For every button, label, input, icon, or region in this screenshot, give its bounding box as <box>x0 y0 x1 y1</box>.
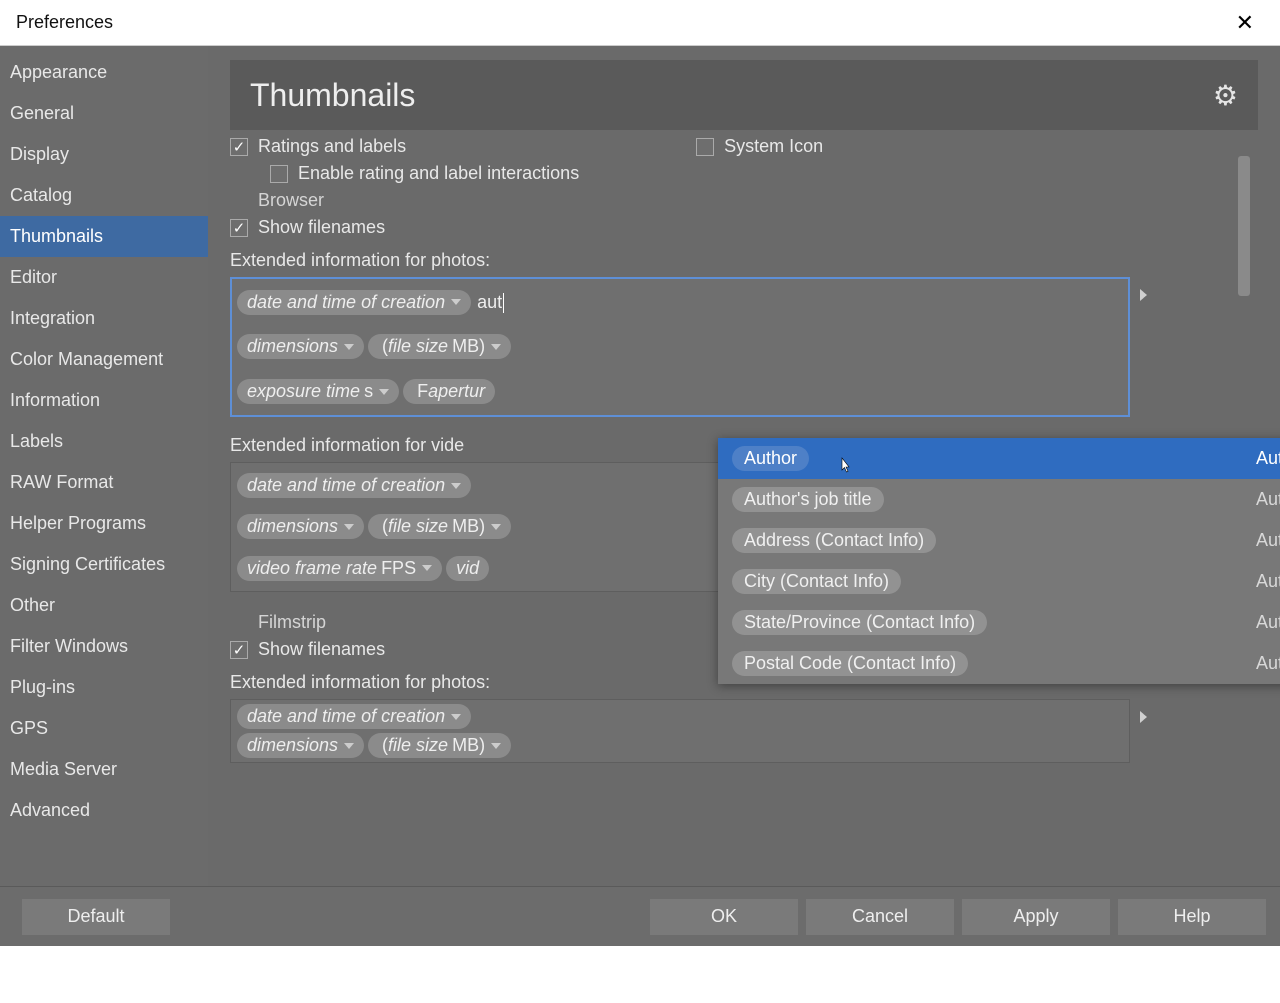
field-tag[interactable]: exposure time s <box>237 379 399 404</box>
field-tag[interactable]: dimensions <box>237 733 364 758</box>
sidebar-item-plug-ins[interactable]: Plug-ins <box>0 667 208 708</box>
sidebar-item-appearance[interactable]: Appearance <box>0 52 208 93</box>
sidebar-item-general[interactable]: General <box>0 93 208 134</box>
field-tag[interactable]: date and time of creation <box>237 704 471 729</box>
enable-rating-checkbox[interactable] <box>270 165 288 183</box>
ext-photos-input[interactable]: date and time of creation aut dimensions(f… <box>230 277 1130 417</box>
sidebar-item-thumbnails[interactable]: Thumbnails <box>0 216 208 257</box>
ok-button[interactable]: OK <box>650 899 798 935</box>
sidebar-item-helper-programs[interactable]: Helper Programs <box>0 503 208 544</box>
field-tag[interactable]: video frame rate FPS <box>237 556 442 581</box>
show-filenames-label: Show filenames <box>258 217 385 238</box>
scrollbar-thumb[interactable] <box>1238 156 1250 296</box>
enable-rating-label: Enable rating and label interactions <box>298 163 579 184</box>
field-tag[interactable]: vid <box>446 556 489 581</box>
sidebar-item-display[interactable]: Display <box>0 134 208 175</box>
sidebar-item-editor[interactable]: Editor <box>0 257 208 298</box>
sidebar-item-advanced[interactable]: Advanced <box>0 790 208 831</box>
sidebar-item-integration[interactable]: Integration <box>0 298 208 339</box>
ratings-labels-checkbox[interactable] <box>230 138 248 156</box>
cancel-button[interactable]: Cancel <box>806 899 954 935</box>
show-filenames-checkbox[interactable] <box>230 219 248 237</box>
help-button[interactable]: Help <box>1118 899 1266 935</box>
panel-header: Thumbnails ⚙ <box>230 60 1258 130</box>
autocomplete-popup: AuthorAuthorAuthor's job titleAuthorAddr… <box>718 438 1280 684</box>
field-tag[interactable]: dimensions <box>237 334 364 359</box>
sidebar-item-gps[interactable]: GPS <box>0 708 208 749</box>
window-title: Preferences <box>16 12 113 33</box>
titlebar: Preferences ✕ <box>0 0 1280 46</box>
expand-icon[interactable] <box>1140 711 1147 723</box>
filmstrip-section-label: Filmstrip <box>258 612 326 633</box>
sidebar-item-catalog[interactable]: Catalog <box>0 175 208 216</box>
field-tag[interactable]: (file size MB) <box>368 733 511 758</box>
expand-icon[interactable] <box>1140 289 1147 301</box>
autocomplete-item[interactable]: State/Province (Contact Info)Author <box>718 602 1280 643</box>
autocomplete-item[interactable]: Postal Code (Contact Info)Author <box>718 643 1280 684</box>
show-filenames2-label: Show filenames <box>258 639 385 660</box>
ext-photos2-input[interactable]: date and time of creation dimensions(file… <box>230 699 1130 763</box>
browser-section-label: Browser <box>258 190 324 211</box>
sidebar-item-color-management[interactable]: Color Management <box>0 339 208 380</box>
autocomplete-item[interactable]: AuthorAuthor <box>718 438 1280 479</box>
sidebar-item-information[interactable]: Information <box>0 380 208 421</box>
main-panel: Thumbnails ⚙ Ratings and labels System I… <box>208 46 1280 886</box>
apply-button[interactable]: Apply <box>962 899 1110 935</box>
sidebar-item-media-server[interactable]: Media Server <box>0 749 208 790</box>
field-tag[interactable]: date and time of creation <box>237 290 471 315</box>
autocomplete-item[interactable]: Author's job titleAuthor <box>718 479 1280 520</box>
autocomplete-item[interactable]: City (Contact Info)Author <box>718 561 1280 602</box>
sidebar-item-filter-windows[interactable]: Filter Windows <box>0 626 208 667</box>
sidebar-item-raw-format[interactable]: RAW Format <box>0 462 208 503</box>
close-icon[interactable]: ✕ <box>1226 6 1264 40</box>
field-tag[interactable]: (file size MB) <box>368 334 511 359</box>
sidebar-item-other[interactable]: Other <box>0 585 208 626</box>
default-button[interactable]: Default <box>22 899 170 935</box>
gear-icon[interactable]: ⚙ <box>1213 79 1238 112</box>
field-tag[interactable]: dimensions <box>237 514 364 539</box>
sidebar: AppearanceGeneralDisplayCatalogThumbnail… <box>0 46 208 886</box>
ratings-labels-label: Ratings and labels <box>258 136 406 157</box>
ext-photos-label: Extended information for photos: <box>230 250 1258 271</box>
autocomplete-item[interactable]: Address (Contact Info)Author <box>718 520 1280 561</box>
sidebar-item-labels[interactable]: Labels <box>0 421 208 462</box>
typed-text: aut <box>477 292 504 313</box>
footer: Default OK Cancel Apply Help <box>0 886 1280 946</box>
field-tag[interactable]: (file size MB) <box>368 514 511 539</box>
field-tag[interactable]: date and time of creation <box>237 473 471 498</box>
system-icon-checkbox[interactable] <box>696 138 714 156</box>
field-tag[interactable]: Fapertur <box>403 379 495 404</box>
panel-title: Thumbnails <box>250 77 415 114</box>
show-filenames2-checkbox[interactable] <box>230 641 248 659</box>
system-icon-label: System Icon <box>724 136 823 157</box>
sidebar-item-signing-certificates[interactable]: Signing Certificates <box>0 544 208 585</box>
